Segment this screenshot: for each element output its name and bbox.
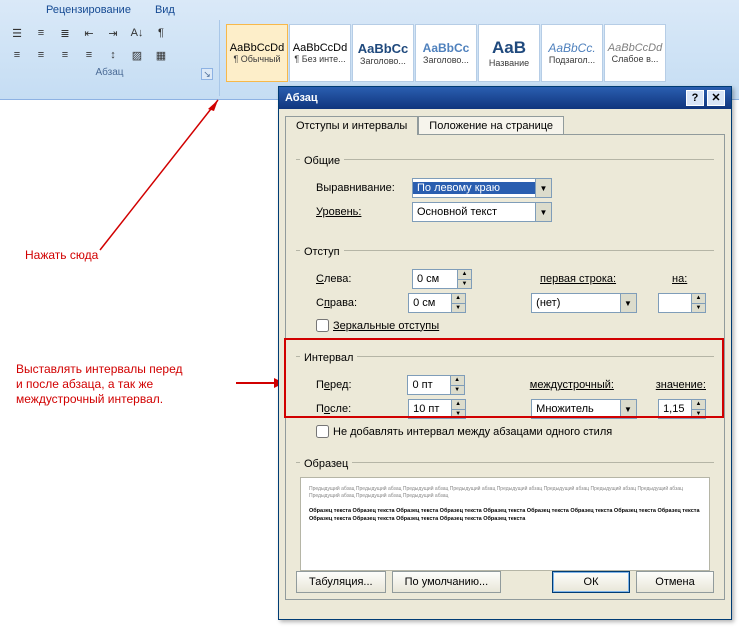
- legend-spacing: Интервал: [300, 352, 357, 364]
- at-spin[interactable]: 1,15 ▲▼: [658, 399, 706, 419]
- bullets-btn[interactable]: ☰: [6, 23, 28, 43]
- align-combo[interactable]: По левому краю▼: [412, 178, 552, 198]
- before-spin[interactable]: 0 пт ▲▼: [407, 375, 464, 395]
- level-label: Уровень:: [316, 206, 406, 218]
- indent-right-label: Справа:: [316, 297, 402, 309]
- mirror-checkbox[interactable]: Зеркальные отступы: [316, 319, 706, 332]
- shading-btn[interactable]: ▨: [126, 45, 148, 65]
- level-combo[interactable]: Основной текст▼: [412, 202, 552, 222]
- default-button[interactable]: По умолчанию...: [392, 571, 502, 593]
- before-label: Перед:: [316, 379, 401, 391]
- indent-inc-btn[interactable]: ⇥: [102, 23, 124, 43]
- align-center-btn[interactable]: ≡: [30, 45, 52, 65]
- chevron-down-icon[interactable]: ▼: [535, 203, 551, 221]
- chevron-down-icon[interactable]: ▼: [535, 179, 551, 197]
- at-label: значение:: [656, 379, 706, 391]
- cancel-button[interactable]: Отмена: [636, 571, 714, 593]
- firstline-label: первая строка:: [540, 273, 640, 285]
- tabs-button[interactable]: Табуляция...: [296, 571, 386, 593]
- chevron-down-icon[interactable]: ▼: [620, 294, 636, 312]
- multilevel-btn[interactable]: ≣: [54, 23, 76, 43]
- ok-button[interactable]: ОК: [552, 571, 630, 593]
- tab-position[interactable]: Положение на странице: [418, 116, 564, 135]
- borders-btn[interactable]: ▦: [150, 45, 172, 65]
- help-button[interactable]: ?: [686, 90, 704, 106]
- indent-right-spin[interactable]: 0 см ▲▼: [408, 293, 465, 313]
- close-button[interactable]: ✕: [707, 90, 725, 106]
- sort-btn[interactable]: A↓: [126, 23, 148, 43]
- style-item-0[interactable]: AaBbCcDd¶ Обычный: [226, 24, 288, 82]
- tab-view[interactable]: Вид: [149, 2, 181, 18]
- preview-box: Предыдущий абзац Предыдущий абзац Предыд…: [300, 477, 710, 571]
- nosame-checkbox[interactable]: Не добавлять интервал между абзацами одн…: [316, 425, 706, 438]
- after-label: После:: [316, 403, 402, 415]
- align-left-btn[interactable]: ≡: [6, 45, 28, 65]
- firstline-on-spin[interactable]: ▲▼: [658, 293, 706, 313]
- numbering-btn[interactable]: ≡: [30, 23, 52, 43]
- firstline-combo[interactable]: (нет)▼: [531, 293, 636, 313]
- line-spacing-btn[interactable]: ↕: [102, 45, 124, 65]
- arrow-to-launcher: [90, 95, 250, 255]
- legend-preview: Образец: [300, 458, 352, 470]
- dialog-title: Абзац: [285, 92, 318, 104]
- paragraph-dialog: Абзац ? ✕ Отступы и интервалы Положение …: [278, 86, 732, 620]
- style-item-5[interactable]: AaBbCc.Подзагол...: [541, 24, 603, 82]
- legend-indent: Отступ: [300, 246, 344, 258]
- on-label: на:: [672, 273, 687, 285]
- paragraph-launcher-icon[interactable]: ↘: [201, 68, 213, 80]
- indent-left-label: Слева:: [316, 273, 406, 285]
- group-paragraph-label: Абзац: [95, 67, 123, 78]
- tab-review[interactable]: Рецензирование: [40, 2, 137, 18]
- styles-gallery[interactable]: AaBbCcDd¶ ОбычныйAaBbCcDd¶ Без инте...Aa…: [224, 22, 735, 96]
- indent-dec-btn[interactable]: ⇤: [78, 23, 100, 43]
- linespacing-combo[interactable]: Множитель▼: [531, 399, 636, 419]
- legend-general: Общие: [300, 155, 344, 167]
- style-item-4[interactable]: AaBНазвание: [478, 24, 540, 82]
- linespacing-label: междустрочный:: [530, 379, 625, 391]
- align-justify-btn[interactable]: ≡: [78, 45, 100, 65]
- style-item-2[interactable]: AaBbCcЗаголово...: [352, 24, 414, 82]
- style-item-1[interactable]: AaBbCcDd¶ Без инте...: [289, 24, 351, 82]
- style-item-3[interactable]: AaBbCcЗаголово...: [415, 24, 477, 82]
- dialog-titlebar[interactable]: Абзац ? ✕: [279, 87, 731, 109]
- tab-indents[interactable]: Отступы и интервалы: [285, 116, 418, 135]
- align-right-btn[interactable]: ≡: [54, 45, 76, 65]
- annotation-interval: Выставлять интервалы перед и после абзац…: [16, 362, 183, 407]
- show-marks-btn[interactable]: ¶: [150, 23, 172, 43]
- ribbon: Рецензирование Вид ☰ ≡ ≣ ⇤ ⇥ A↓ ¶ ≡ ≡ ≡ …: [0, 0, 739, 100]
- align-label: Выравнивание:: [316, 182, 406, 194]
- annotation-click-here: Нажать сюда: [25, 248, 98, 263]
- after-spin[interactable]: 10 пт ▲▼: [408, 399, 465, 419]
- chevron-down-icon[interactable]: ▼: [620, 400, 636, 418]
- style-item-6[interactable]: AaBbCcDdСлабое в...: [604, 24, 666, 82]
- indent-left-spin[interactable]: 0 см ▲▼: [412, 269, 472, 289]
